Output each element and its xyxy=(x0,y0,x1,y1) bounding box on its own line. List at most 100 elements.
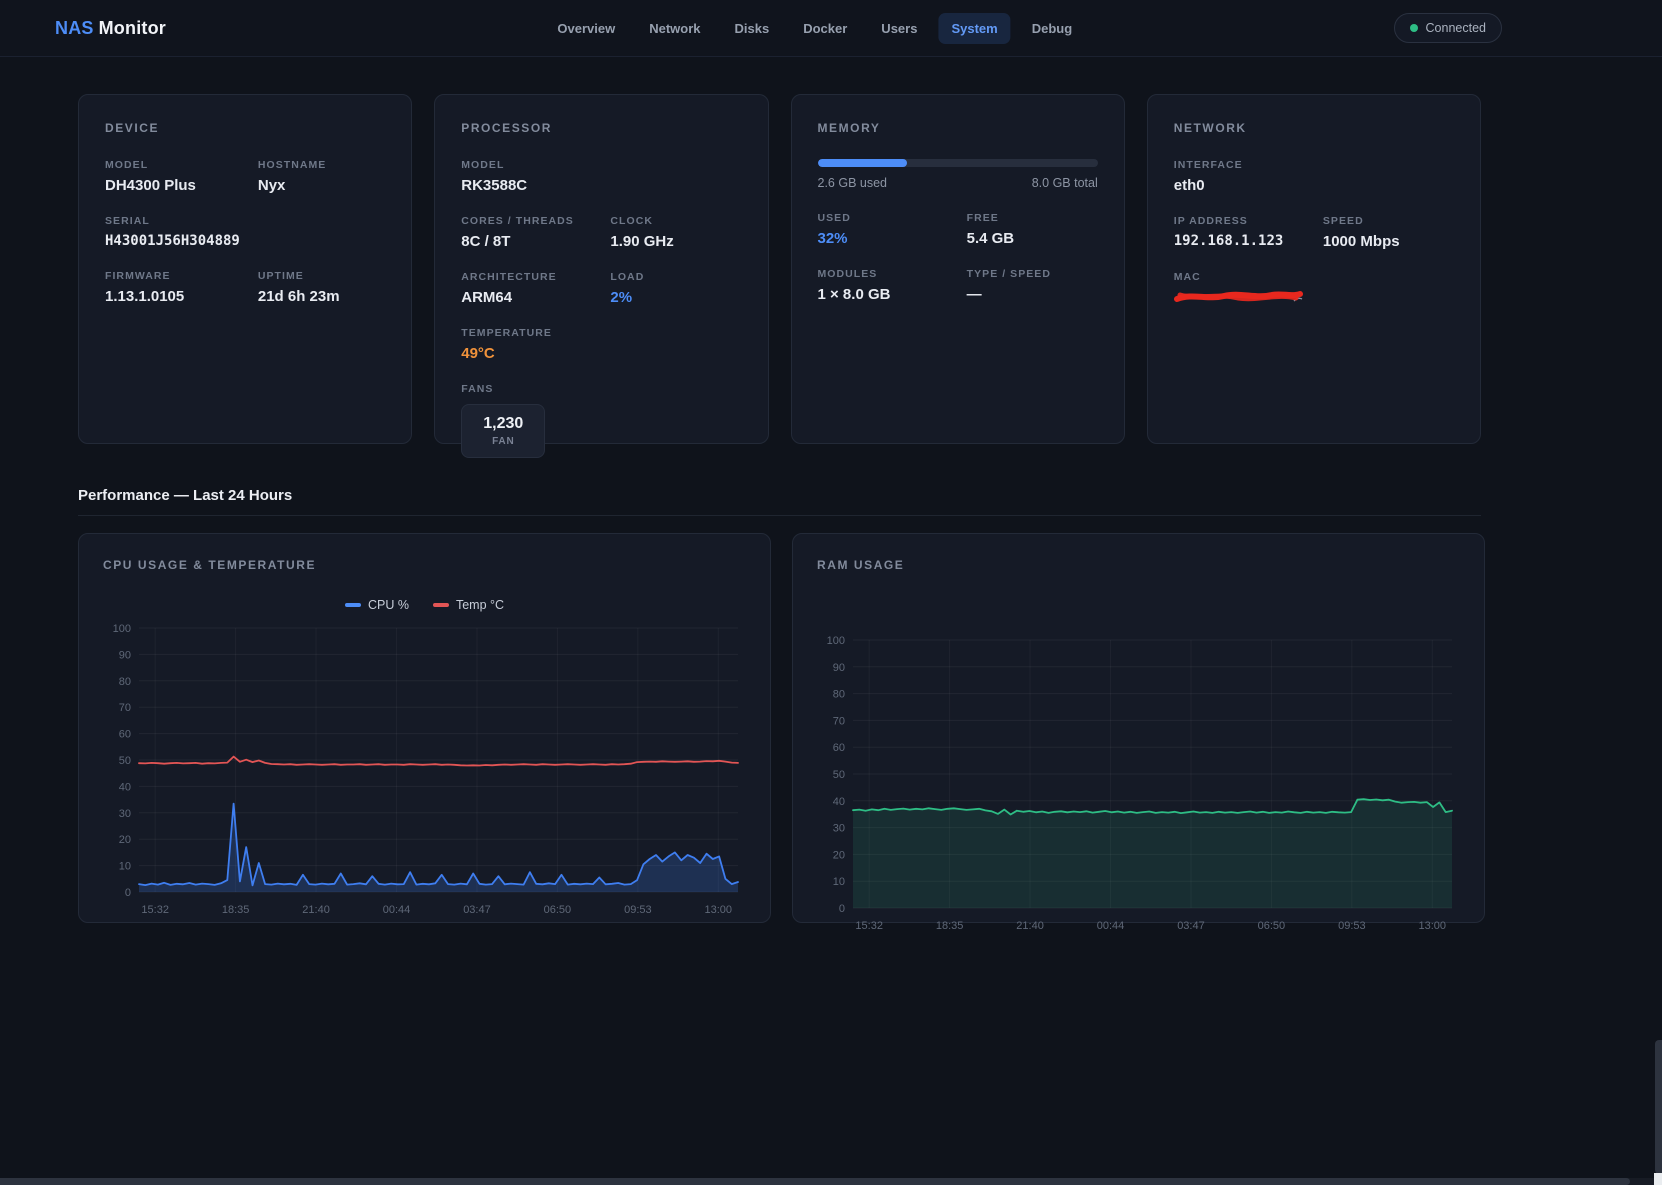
field-value: DH4300 Plus xyxy=(105,177,240,194)
nav-tab-system[interactable]: System xyxy=(938,13,1010,44)
svg-text:06:50: 06:50 xyxy=(1258,920,1286,932)
fans-block: FANS 1,230 FAN xyxy=(461,383,741,458)
field-label: MODULES xyxy=(818,268,949,280)
svg-text:70: 70 xyxy=(119,702,131,714)
field-value: H43001J56H304889 xyxy=(105,233,240,249)
svg-text:21:40: 21:40 xyxy=(1016,920,1044,932)
field-cores-threads: CORES / THREADS8C / 8T xyxy=(461,215,592,250)
svg-text:06:50: 06:50 xyxy=(544,904,572,916)
memory-total-label: 8.0 GB total xyxy=(1032,176,1098,190)
nav-tab-users[interactable]: Users xyxy=(868,13,930,44)
svg-text:40: 40 xyxy=(833,796,845,808)
field-serial: SERIALH43001J56H304889 xyxy=(105,215,240,249)
svg-text:90: 90 xyxy=(833,662,845,674)
svg-text:60: 60 xyxy=(833,742,845,754)
field-speed: SPEED1000 Mbps xyxy=(1323,215,1454,250)
memory-fields: USED32% FREE5.4 GB MODULES 1 × 8.0 GB TYPE /… xyxy=(818,212,1098,303)
processor-fields: MODEL RK3588C CORES / THREADS8C / 8T CLOCK1… xyxy=(461,159,741,362)
field-value: 1.90 GHz xyxy=(610,233,741,250)
field-value: 5.4 GB xyxy=(967,230,1098,247)
field-label: CORES / THREADS xyxy=(461,215,592,227)
field-value: RK3588C xyxy=(461,177,592,194)
app-title: NASMonitor xyxy=(55,18,166,39)
field-spacer xyxy=(610,159,741,194)
network-fields: INTERFACEeth0 IP ADDRESS 192.168.1.123 SPEE… xyxy=(1174,159,1454,250)
field-label: MODEL xyxy=(461,159,592,171)
field-type-speed: TYPE / SPEED — xyxy=(967,268,1098,303)
horizontal-scrollbar-track[interactable] xyxy=(0,1178,1662,1185)
nav-tab-docker[interactable]: Docker xyxy=(790,13,860,44)
memory-used-label: 2.6 GB used xyxy=(818,176,888,190)
svg-text:00:44: 00:44 xyxy=(383,904,411,916)
nav-tab-debug[interactable]: Debug xyxy=(1019,13,1085,44)
svg-text:15:32: 15:32 xyxy=(141,904,169,916)
svg-text:10: 10 xyxy=(119,861,131,873)
device-card-title: DEVICE xyxy=(105,121,385,135)
legend-item-cpu-: CPU % xyxy=(345,598,409,612)
device-fields: MODEL DH4300 Plus HOSTNAME Nyx SERIALH43001J… xyxy=(105,159,385,305)
nav-tab-overview[interactable]: Overview xyxy=(544,13,628,44)
cpu-chart-card: CPU USAGE & TEMPERATURE CPU %Temp °C 010… xyxy=(78,533,771,923)
svg-text:18:35: 18:35 xyxy=(936,920,964,932)
svg-text:60: 60 xyxy=(119,729,131,741)
svg-text:30: 30 xyxy=(833,823,845,835)
status-dot-icon xyxy=(1410,24,1418,32)
performance-section-title: Performance — Last 24 Hours xyxy=(78,487,1481,504)
ram-chart-card: RAM USAGE 010203040506070809010015:3218:… xyxy=(792,533,1485,923)
svg-text:03:47: 03:47 xyxy=(463,904,491,916)
field-value: 1 × 8.0 GB xyxy=(818,286,949,303)
cpu-chart-title: CPU USAGE & TEMPERATURE xyxy=(103,558,746,572)
svg-text:10: 10 xyxy=(833,876,845,888)
field-label: IP ADDRESS xyxy=(1174,215,1305,227)
field-architecture: ARCHITECTUREARM64 xyxy=(461,271,592,306)
field-value: — xyxy=(967,286,1098,303)
ram-chart-title: RAM USAGE xyxy=(817,558,1460,572)
memory-progress-caption: 2.6 GB used 8.0 GB total xyxy=(818,176,1098,190)
svg-text:0: 0 xyxy=(839,903,845,915)
mac-redaction-scribble xyxy=(1174,287,1304,307)
svg-text:80: 80 xyxy=(833,689,845,701)
field-value: Nyx xyxy=(258,177,385,194)
field-label: HOSTNAME xyxy=(258,159,385,171)
nav-tab-network[interactable]: Network xyxy=(636,13,713,44)
svg-text:09:53: 09:53 xyxy=(624,904,652,916)
device-card: DEVICE MODEL DH4300 Plus HOSTNAME Nyx SERIAL… xyxy=(78,94,412,444)
field-spacer xyxy=(258,215,385,249)
memory-card-title: MEMORY xyxy=(818,121,1098,135)
ram-usage-chart: 010203040506070809010015:3218:3521:4000:… xyxy=(817,630,1460,938)
vertical-scrollbar-thumb[interactable] xyxy=(1655,1040,1662,1174)
svg-text:18:35: 18:35 xyxy=(222,904,250,916)
processor-card: PROCESSOR MODELRK3588CCORES / THREADS8C … xyxy=(434,94,768,444)
field-value: ARM64 xyxy=(461,289,592,306)
field-free: FREE5.4 GB xyxy=(967,212,1098,247)
legend-swatch-icon xyxy=(345,603,361,607)
field-label: FIRMWARE xyxy=(105,270,240,282)
field-used: USED32% xyxy=(818,212,949,247)
field-spacer xyxy=(1323,159,1454,194)
redaction-scribble-icon xyxy=(1174,287,1304,307)
svg-text:30: 30 xyxy=(119,808,131,820)
svg-text:20: 20 xyxy=(119,834,131,846)
field-value: 192.168.1.123 xyxy=(1174,233,1305,249)
svg-text:90: 90 xyxy=(119,649,131,661)
svg-text:21:40: 21:40 xyxy=(302,904,330,916)
field-label: UPTIME xyxy=(258,270,385,282)
legend-swatch-icon xyxy=(433,603,449,607)
fan-caption: FAN xyxy=(483,436,523,447)
field-label: TYPE / SPEED xyxy=(967,268,1098,280)
field-label: MODEL xyxy=(105,159,240,171)
svg-text:13:00: 13:00 xyxy=(705,904,733,916)
app-title-accent: NAS xyxy=(55,18,94,38)
network-card-title: NETWORK xyxy=(1174,121,1454,135)
field-interface: INTERFACEeth0 xyxy=(1174,159,1305,194)
svg-text:100: 100 xyxy=(113,623,131,635)
nav-tab-disks[interactable]: Disks xyxy=(722,13,783,44)
memory-card: MEMORY 2.6 GB used 8.0 GB total USED32% F… xyxy=(791,94,1125,444)
field-value: 32% xyxy=(818,230,949,247)
legend-label: CPU % xyxy=(368,598,409,612)
horizontal-scrollbar-thumb[interactable] xyxy=(0,1178,1630,1185)
field-hostname: HOSTNAME Nyx xyxy=(258,159,385,194)
memory-progress-fill xyxy=(818,159,908,167)
fan-tile: 1,230 FAN xyxy=(461,404,545,458)
field-clock: CLOCK1.90 GHz xyxy=(610,215,741,250)
